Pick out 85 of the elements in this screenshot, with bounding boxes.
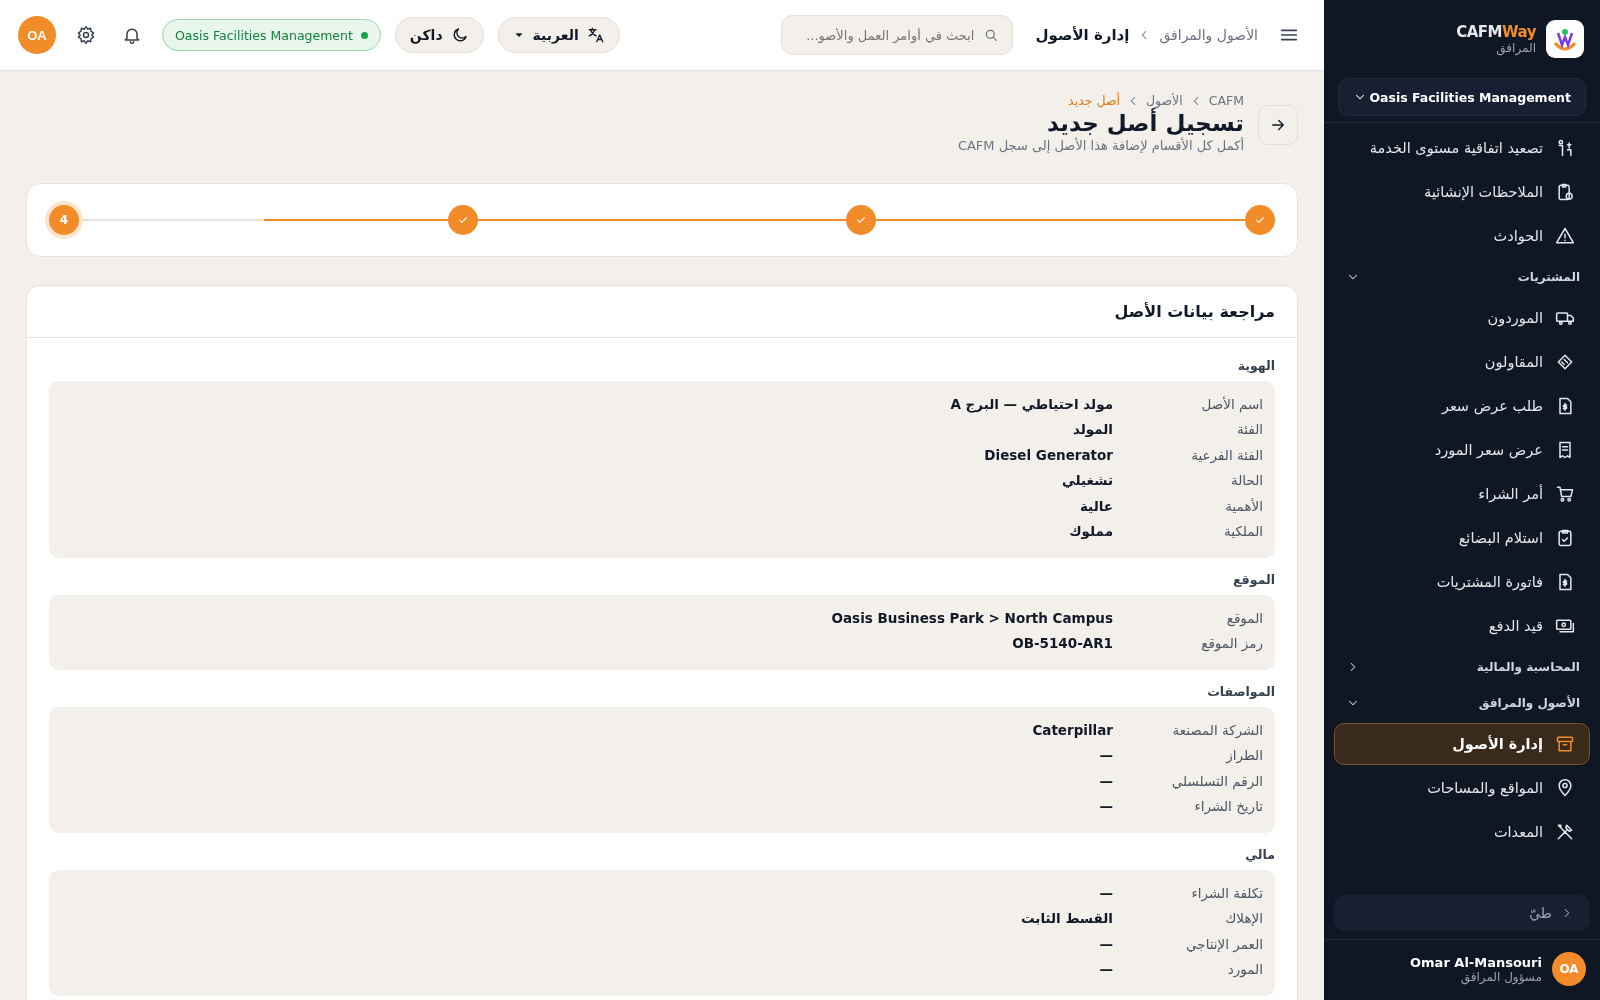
section-title: مالي [1244, 847, 1275, 862]
field-value: تشغيلي [1061, 472, 1113, 489]
field-value: مملوك [1069, 523, 1113, 540]
user-avatar: OA [1552, 952, 1586, 986]
nav-item[interactable]: المواقع والمساحات [1334, 767, 1590, 809]
field-label: الفئة الفرعية [1190, 446, 1263, 463]
field-value: المولد [1072, 421, 1113, 438]
nav-group-header[interactable]: المشتريات [1324, 259, 1600, 295]
field-label: الأهمية [1224, 497, 1263, 514]
nav-item[interactable]: الحوادث [1334, 215, 1590, 257]
breadcrumb-current: أصل جديد [1068, 93, 1120, 108]
nav-item[interactable]: المقاولون [1334, 341, 1590, 383]
map-pin-icon [1555, 778, 1575, 798]
collapse-button[interactable]: طيّ [1334, 895, 1590, 931]
nav-item[interactable]: المعدات [1334, 811, 1590, 853]
field-value: Caterpillar [1032, 721, 1113, 738]
nav-item[interactable]: تصعيد اتفاقية مستوى الخدمة [1334, 127, 1590, 169]
breadcrumb-link[interactable]: CAFM [1208, 93, 1244, 108]
field-value: Oasis Business Park > North Campus [831, 609, 1113, 626]
field-label: الطراز [1224, 747, 1263, 764]
settings-icon [76, 25, 96, 45]
field-label: الموقع [1225, 609, 1263, 626]
field-label: اسم الأصل [1200, 395, 1263, 412]
step-current: 4 [49, 205, 79, 235]
language-selector[interactable]: العربية [497, 17, 620, 53]
section-title: الموقع [1232, 572, 1275, 587]
nav-item[interactable]: عرض سعر المورد [1334, 429, 1590, 471]
field-value: — [1099, 747, 1113, 764]
nav-item[interactable]: الموردون [1334, 297, 1590, 339]
search-icon [983, 27, 1000, 43]
organization-selector[interactable]: Oasis Facilities Management [1338, 78, 1586, 116]
nav-item[interactable]: أمر الشراء [1334, 473, 1590, 515]
translate-icon [586, 26, 605, 44]
field-value: — [1099, 798, 1113, 815]
section-title: المواصفات [1206, 684, 1275, 699]
nav-item[interactable]: الملاحظات الإنشائية [1334, 171, 1590, 213]
field-label: تاريخ الشراء [1193, 798, 1263, 815]
page-title: تسجيل أصل جديد [1046, 110, 1244, 136]
breadcrumb-link[interactable]: الأصول والمرافق [1159, 27, 1258, 43]
organization-badge: Oasis Facilities Management [162, 19, 381, 51]
brand-subtitle: المرافق [1495, 41, 1536, 55]
user-name: Omar Al-Mansouri [1410, 954, 1542, 970]
theme-toggle[interactable]: داكن [394, 17, 484, 53]
page-subtitle: أكمل كل الأقسام لإضافة هذا الأصل إلى سجل CAFM [957, 138, 1244, 153]
field-label: تكلفة الشراء [1190, 884, 1263, 901]
field-value: مولد احتياطي — البرج A [950, 395, 1113, 412]
section-title: الهوية [1236, 358, 1275, 373]
nav-item[interactable]: قيد الدفع [1334, 605, 1590, 647]
field-value: — [1099, 884, 1113, 901]
archive-box-icon [1555, 734, 1575, 754]
field-label: العمر الإنتاجي [1185, 935, 1263, 952]
field-value: القسط الثابت [1021, 910, 1113, 927]
banknote-icon [1555, 616, 1575, 636]
field-value: عالية [1079, 497, 1113, 514]
back-button[interactable] [1258, 105, 1298, 145]
nav-item[interactable]: إدارة الأصول [1334, 723, 1590, 765]
field-label: الرقم التسلسلي [1170, 772, 1263, 789]
field-label: الإهلاك [1224, 910, 1263, 927]
brand-name: CAFMWay [1456, 23, 1536, 41]
field-label: الفئة [1236, 421, 1263, 438]
nav-item[interactable]: طلب عرض سعر [1334, 385, 1590, 427]
tools-icon [1555, 822, 1575, 842]
card-title: مراجعة بيانات الأصل [27, 286, 1297, 338]
field-label: المورد [1226, 961, 1263, 978]
field-value: — [1099, 961, 1113, 978]
nav-item[interactable]: فاتورة المشتريات [1334, 561, 1590, 603]
cart-icon [1555, 484, 1575, 504]
field-value: OB-5140-AR1 [1012, 635, 1113, 652]
nav-group-header[interactable]: الأصول والمرافق [1324, 685, 1600, 721]
field-label: الحالة [1229, 472, 1263, 489]
field-label: الملكية [1223, 523, 1263, 540]
clipboard-clock-icon [1555, 182, 1575, 202]
field-value: — [1099, 772, 1113, 789]
breadcrumb-link[interactable]: الأصول [1145, 93, 1183, 108]
field-value: — [1099, 935, 1113, 952]
clipboard-check-icon [1555, 528, 1575, 548]
people-icon [1555, 138, 1575, 158]
field-label: رمز الموقع [1200, 635, 1263, 652]
breadcrumb-current: إدارة الأصول [1035, 26, 1130, 44]
nav-item[interactable]: استلام البضائع [1334, 517, 1590, 559]
user-role: مسؤول المرافق [1459, 969, 1542, 984]
warning-icon [1555, 226, 1575, 246]
field-label: الشركة المصنعة [1171, 721, 1263, 738]
nav-group-header[interactable]: المحاسبة والمالية [1324, 649, 1600, 685]
field-value: Diesel Generator [984, 446, 1113, 463]
